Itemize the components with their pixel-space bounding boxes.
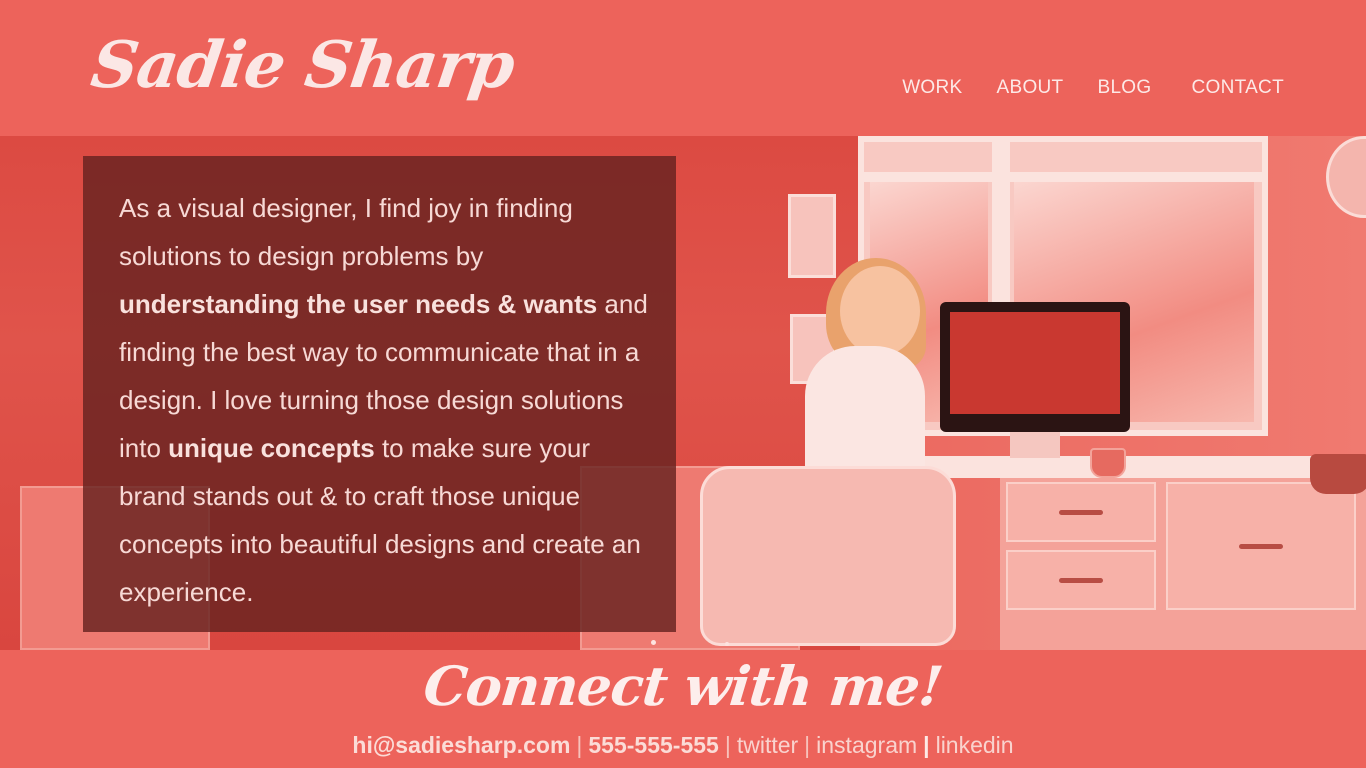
basket-image (1310, 454, 1366, 494)
intro-highlight: understanding the user needs & wants (119, 289, 598, 319)
carousel-dot[interactable] (725, 642, 729, 646)
nav-item-contact[interactable]: CONTACT (1191, 77, 1284, 99)
site-logo[interactable]: Sadie Sharp (87, 28, 519, 103)
separator: | (923, 732, 930, 758)
person-head-image (840, 266, 920, 356)
nav-item-work[interactable]: WORK (902, 77, 962, 99)
intro-text-part: As a visual designer, I find joy in find… (119, 193, 573, 271)
contact-links: hi@sadiesharp.com | 555-555-555 | twitter | in… (0, 732, 1366, 759)
nav-item-about[interactable]: ABOUT (997, 77, 1064, 99)
chair-image (700, 466, 956, 646)
separator: | (576, 732, 583, 758)
phone-link[interactable]: 555-555-555 (588, 732, 718, 758)
intro-highlight: unique concepts (168, 433, 375, 463)
carousel-dot[interactable] (651, 640, 656, 645)
separator: | (804, 732, 811, 758)
main-nav: WORK ABOUT BLOG CONTACT (902, 77, 1284, 99)
linkedin-link[interactable]: linkedin (936, 732, 1014, 758)
monitor-stand-image (1010, 432, 1060, 458)
desk-drawers-image (1000, 478, 1366, 650)
separator: | (724, 732, 731, 758)
nav-item-blog[interactable]: BLOG (1097, 77, 1151, 99)
twitter-link[interactable]: twitter (737, 732, 798, 758)
email-link[interactable]: hi@sadiesharp.com (352, 732, 570, 758)
site-footer: Connect with me! hi@sadiesharp.com | 555-5… (0, 650, 1366, 768)
instagram-link[interactable]: instagram (816, 732, 917, 758)
monitor-image (940, 302, 1130, 432)
site-header: Sadie Sharp WORK ABOUT BLOG CONTACT (0, 0, 1366, 136)
intro-paragraph: As a visual designer, I find joy in find… (119, 184, 656, 616)
wall-frame-image (788, 194, 836, 278)
intro-text-box: As a visual designer, I find joy in find… (83, 156, 676, 632)
mug-image (1090, 448, 1126, 478)
desk-image (890, 456, 1366, 478)
connect-heading: Connect with me! (420, 654, 946, 718)
